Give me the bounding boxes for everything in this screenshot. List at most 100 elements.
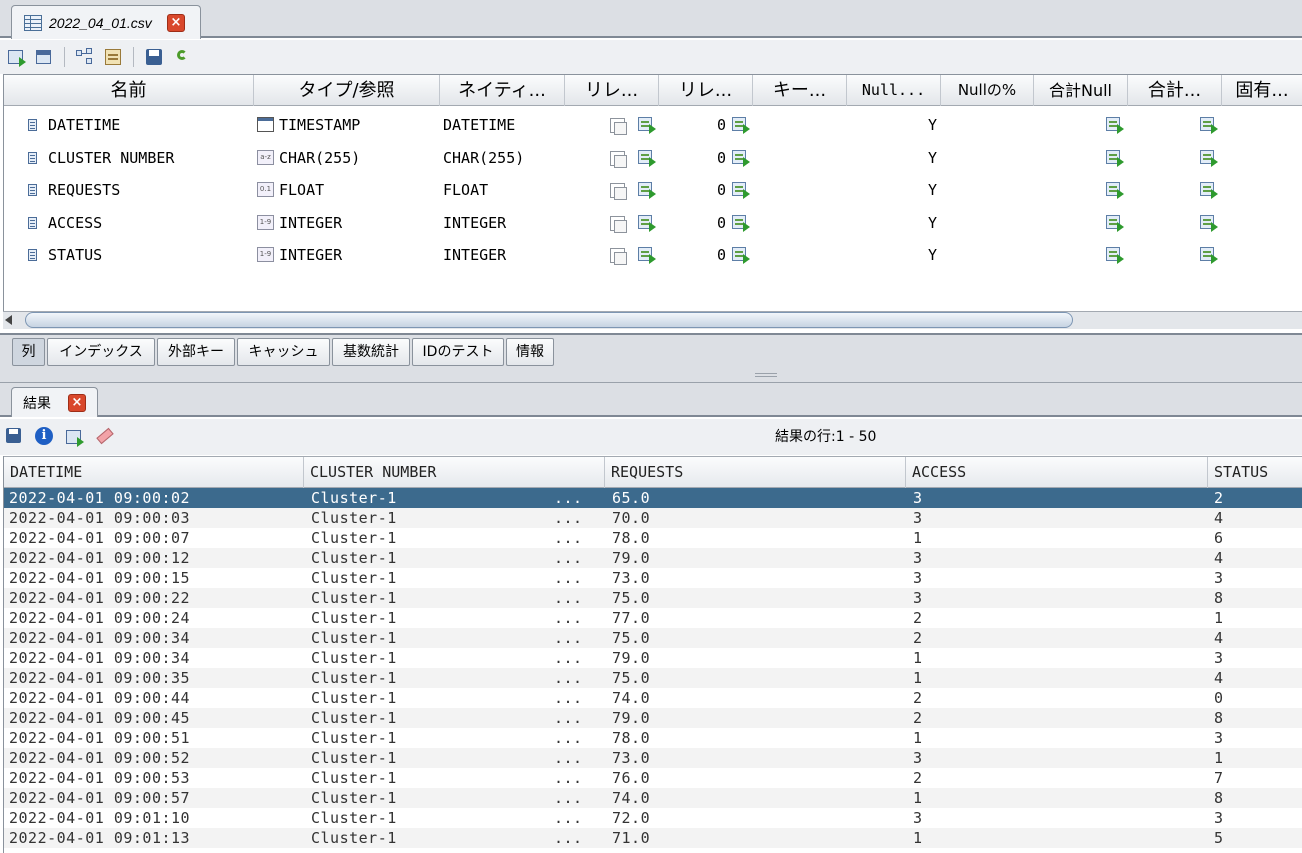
open-icon[interactable]: [638, 214, 656, 232]
table-row[interactable]: 2022-04-01 09:00:34 Cluster-1 79.0 1 3...: [4, 648, 1302, 668]
save-icon[interactable]: [144, 47, 164, 67]
results-header-access[interactable]: ACCESS: [906, 457, 1208, 488]
cell-requests: 76.0: [612, 769, 651, 787]
eraser-icon[interactable]: [94, 427, 114, 447]
table-row[interactable]: 2022-04-01 09:00:52 Cluster-1 73.0 3 1...: [4, 748, 1302, 768]
col-header-native[interactable]: ネイティ...: [440, 75, 565, 106]
refresh-icon[interactable]: [172, 47, 192, 67]
tab-indexes[interactable]: インデックス: [47, 338, 155, 366]
table-row[interactable]: 2022-04-01 09:00:44 Cluster-1 74.0 2 0...: [4, 688, 1302, 708]
tab-info[interactable]: 情報: [506, 338, 554, 366]
column-row[interactable]: REQUESTS 0.1 FLOAT FLOAT 0 Y: [4, 174, 1302, 206]
copy-icon[interactable]: [610, 118, 627, 135]
close-icon[interactable]: ×: [167, 13, 185, 32]
field-icon: [28, 119, 37, 131]
export-icon[interactable]: [6, 47, 26, 67]
open-icon[interactable]: [1200, 149, 1218, 167]
col-header-name[interactable]: 名前: [4, 75, 254, 106]
column-row[interactable]: DATETIME TIMESTAMP DATETIME 0 Y: [4, 109, 1302, 141]
open-icon[interactable]: [1106, 117, 1124, 134]
cell-requests: 75.0: [612, 589, 651, 607]
scrollbar-thumb[interactable]: [25, 312, 1073, 328]
open-icon[interactable]: [732, 149, 750, 167]
table-row[interactable]: 2022-04-01 09:00:22 Cluster-1 75.0 3 8...: [4, 588, 1302, 608]
table-row[interactable]: 2022-04-01 09:00:51 Cluster-1 78.0 1 3...: [4, 728, 1302, 748]
table-row[interactable]: 2022-04-01 09:00:53 Cluster-1 76.0 2 7...: [4, 768, 1302, 788]
column-row[interactable]: CLUSTER NUMBER a-z CHAR(255) CHAR(255) 0 Y: [4, 142, 1302, 174]
open-icon[interactable]: [638, 182, 656, 199]
col-header-null[interactable]: Null...: [847, 75, 941, 106]
open-icon[interactable]: [1106, 149, 1124, 167]
nullable-value: Y: [928, 148, 938, 167]
copy-icon[interactable]: [610, 150, 627, 168]
open-icon[interactable]: [1200, 182, 1218, 199]
results-header-cluster-number[interactable]: CLUSTER NUMBER: [304, 457, 605, 488]
cell-access: 1: [913, 669, 923, 687]
export-results-icon[interactable]: [64, 427, 84, 447]
nullable-value: Y: [928, 181, 938, 199]
table-row[interactable]: 2022-04-01 09:00:34 Cluster-1 75.0 2 4...: [4, 628, 1302, 648]
open-icon[interactable]: [1200, 214, 1218, 232]
table-row[interactable]: 2022-04-01 09:00:57 Cluster-1 74.0 1 8...: [4, 788, 1302, 808]
open-icon[interactable]: [732, 247, 750, 264]
table-row[interactable]: 2022-04-01 09:00:45 Cluster-1 79.0 2 8...: [4, 708, 1302, 728]
open-icon[interactable]: [1200, 247, 1218, 264]
column-row[interactable]: ACCESS 1-9 INTEGER INTEGER 0 Y: [4, 207, 1302, 239]
tab-cache[interactable]: キャッシュ: [237, 338, 330, 366]
table-row[interactable]: 2022-04-01 09:00:02 Cluster-1 65.0 3 2...: [4, 488, 1302, 508]
info-icon[interactable]: i: [35, 427, 55, 447]
col-header-null-pct[interactable]: Nullの%: [941, 75, 1034, 106]
copy-icon[interactable]: [610, 215, 627, 233]
results-table: DATETIME CLUSTER NUMBER REQUESTS ACCESS …: [3, 456, 1302, 853]
open-icon[interactable]: [1106, 214, 1124, 232]
open-icon[interactable]: [638, 117, 656, 134]
open-icon[interactable]: [638, 247, 656, 264]
pane-splitter[interactable]: [0, 369, 1302, 383]
col-header-rel2[interactable]: リレ...: [659, 75, 753, 106]
table-row[interactable]: 2022-04-01 09:00:03 Cluster-1 70.0 3 4...: [4, 508, 1302, 528]
tab-foreign-keys[interactable]: 外部キー: [157, 338, 235, 366]
tab-cardinality[interactable]: 基数統計: [332, 338, 410, 366]
cell-status: 4: [1214, 549, 1224, 567]
properties-icon[interactable]: [103, 47, 123, 67]
results-header-status[interactable]: STATUS: [1208, 457, 1302, 488]
col-header-key[interactable]: キー...: [753, 75, 847, 106]
cell-datetime: 2022-04-01 09:00:22: [9, 589, 191, 607]
table-row[interactable]: 2022-04-01 09:00:15 Cluster-1 73.0 3 3...: [4, 568, 1302, 588]
col-header-rel1[interactable]: リレ...: [565, 75, 659, 106]
col-header-type[interactable]: タイプ/参照: [254, 75, 440, 106]
open-icon[interactable]: [732, 117, 750, 134]
splitter-grip[interactable]: [755, 373, 777, 377]
table-row[interactable]: 2022-04-01 09:00:07 Cluster-1 78.0 1 6...: [4, 528, 1302, 548]
open-icon[interactable]: [1106, 247, 1124, 264]
tab-id-test[interactable]: IDのテスト: [412, 338, 504, 366]
open-icon[interactable]: [732, 214, 750, 232]
table-row[interactable]: 2022-04-01 09:00:12 Cluster-1 79.0 3 4...: [4, 548, 1302, 568]
horizontal-scrollbar[interactable]: [3, 311, 1302, 329]
results-header-requests[interactable]: REQUESTS: [605, 457, 906, 488]
file-tab[interactable]: 2022_04_01.csv ×: [11, 5, 201, 39]
open-icon[interactable]: [732, 182, 750, 199]
col-header-total-null[interactable]: 合計Null: [1034, 75, 1128, 106]
col-header-unique[interactable]: 固有...: [1222, 75, 1302, 106]
table-row[interactable]: 2022-04-01 09:01:10 Cluster-1 72.0 3 3...: [4, 808, 1302, 828]
col-header-total[interactable]: 合計...: [1128, 75, 1222, 106]
tab-columns[interactable]: 列: [12, 338, 45, 366]
cell-ellipsis: ...: [554, 489, 583, 507]
open-icon[interactable]: [1200, 117, 1218, 134]
table-view-icon[interactable]: [34, 47, 54, 67]
open-icon[interactable]: [1106, 182, 1124, 199]
results-header-datetime[interactable]: DATETIME: [4, 457, 304, 488]
open-icon[interactable]: [638, 149, 656, 167]
copy-icon[interactable]: [610, 183, 627, 200]
column-row[interactable]: STATUS 1-9 INTEGER INTEGER 0 Y: [4, 239, 1302, 271]
table-row[interactable]: 2022-04-01 09:00:24 Cluster-1 77.0 2 1...: [4, 608, 1302, 628]
results-tab[interactable]: 結果 ×: [11, 387, 98, 417]
table-row[interactable]: 2022-04-01 09:00:35 Cluster-1 75.0 1 4...: [4, 668, 1302, 688]
table-row[interactable]: 2022-04-01 09:01:13 Cluster-1 71.0 1 5...: [4, 828, 1302, 848]
close-icon[interactable]: ×: [68, 393, 86, 412]
save-icon[interactable]: [5, 427, 25, 447]
copy-icon[interactable]: [610, 248, 627, 265]
er-diagram-icon[interactable]: [75, 47, 95, 67]
scroll-left-icon[interactable]: [5, 315, 12, 325]
